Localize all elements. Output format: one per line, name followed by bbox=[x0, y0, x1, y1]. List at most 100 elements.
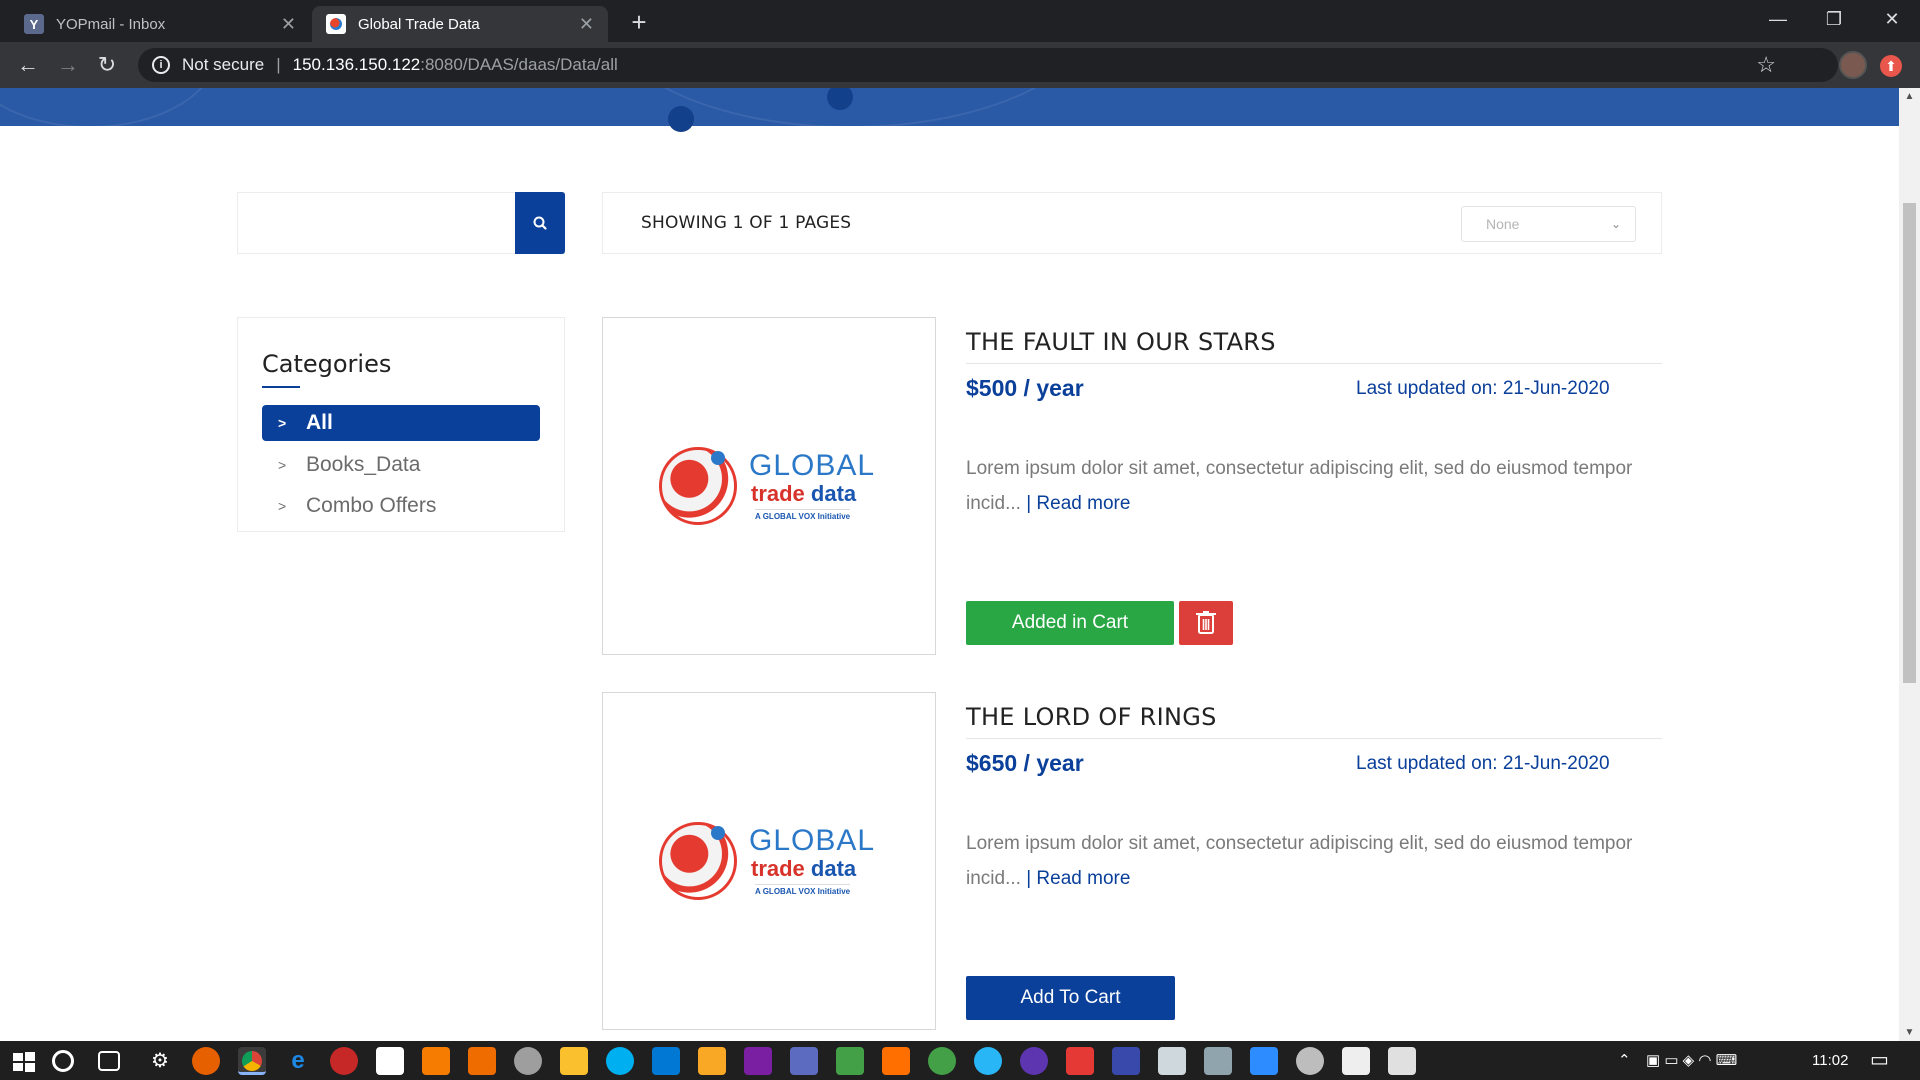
global-trade-data-logo: GLOBAL trade data A GLOBAL VOX Initiativ… bbox=[659, 445, 879, 529]
tray-icons[interactable]: ▣ ▭ ◈ ◠ ⌨ bbox=[1646, 1041, 1737, 1080]
profile-avatar[interactable] bbox=[1839, 51, 1867, 79]
telegram-icon[interactable] bbox=[974, 1047, 1002, 1075]
added-in-cart-button[interactable]: Added in Cart bbox=[966, 601, 1174, 645]
browser-tab-strip: Y YOPmail - Inbox ✕ Global Trade Data ✕ … bbox=[0, 0, 1920, 42]
reload-button[interactable]: ↻ bbox=[91, 49, 123, 81]
categories-title: Categories bbox=[262, 350, 392, 378]
tab-title: Global Trade Data bbox=[358, 15, 480, 33]
close-tab-icon[interactable]: ✕ bbox=[579, 14, 594, 35]
trash-icon bbox=[1196, 611, 1216, 634]
search-icon bbox=[533, 216, 547, 230]
product-title[interactable]: THE LORD OF RINGS bbox=[966, 703, 1217, 731]
app-icon[interactable] bbox=[836, 1047, 864, 1075]
product-price: $500 / year bbox=[966, 375, 1084, 401]
scroll-up-arrow-icon[interactable]: ▲ bbox=[1899, 88, 1920, 105]
restore-button[interactable]: ❐ bbox=[1806, 0, 1862, 38]
info-icon[interactable]: i bbox=[152, 56, 170, 74]
app-icon[interactable] bbox=[1020, 1047, 1048, 1075]
app-icon[interactable] bbox=[744, 1047, 772, 1075]
chevron-right-icon: > bbox=[278, 498, 287, 514]
category-item-books-data[interactable]: > Books_Data bbox=[262, 447, 540, 483]
search-button[interactable] bbox=[515, 192, 565, 254]
app-icon[interactable] bbox=[1296, 1047, 1324, 1075]
firefox-icon[interactable] bbox=[192, 1047, 220, 1075]
bookmark-star-icon[interactable]: ☆ bbox=[1756, 48, 1776, 82]
app-icon[interactable] bbox=[1342, 1047, 1370, 1075]
hero-banner bbox=[0, 88, 1899, 132]
tab-yopmail[interactable]: Y YOPmail - Inbox ✕ bbox=[10, 6, 310, 42]
app-icon[interactable] bbox=[928, 1047, 956, 1075]
taskbar-clock[interactable]: 11:02 bbox=[1812, 1041, 1848, 1080]
product-description: Lorem ipsum dolor sit amet, consectetur … bbox=[966, 826, 1646, 896]
product-image[interactable]: GLOBAL trade data A GLOBAL VOX Initiativ… bbox=[602, 692, 936, 1030]
product-price: $650 / year bbox=[966, 750, 1084, 776]
last-updated: Last updated on: 21-Jun-2020 bbox=[1356, 753, 1610, 774]
app-icon[interactable] bbox=[514, 1047, 542, 1075]
tab-global-trade-data[interactable]: Global Trade Data ✕ bbox=[312, 6, 608, 42]
search-box bbox=[237, 192, 565, 254]
cortana-icon[interactable] bbox=[52, 1050, 74, 1072]
sort-selected-value: None bbox=[1486, 216, 1520, 232]
search-input[interactable] bbox=[238, 193, 515, 253]
notifications-icon[interactable]: ▭ bbox=[1870, 1041, 1889, 1080]
divider bbox=[966, 363, 1662, 364]
sublime-icon[interactable] bbox=[422, 1047, 450, 1075]
zoom-icon[interactable] bbox=[1250, 1047, 1278, 1075]
app-icon[interactable] bbox=[468, 1047, 496, 1075]
title-underline bbox=[262, 386, 300, 388]
category-item-all[interactable]: > All bbox=[262, 405, 540, 441]
category-label: Books_Data bbox=[306, 453, 421, 476]
category-label: All bbox=[306, 411, 333, 434]
chevron-down-icon: ⌄ bbox=[1610, 217, 1621, 231]
minimize-button[interactable]: — bbox=[1750, 0, 1806, 38]
app-icon[interactable] bbox=[1388, 1047, 1416, 1075]
results-header: SHOWING 1 OF 1 PAGES None ⌄ bbox=[602, 192, 1662, 254]
task-view-icon[interactable] bbox=[98, 1051, 120, 1071]
anydesk-icon[interactable] bbox=[1066, 1047, 1094, 1075]
sticky-notes-icon[interactable] bbox=[560, 1047, 588, 1075]
browser-toolbar: ← → ↻ i Not secure | 150.136.150.122 :80… bbox=[0, 42, 1920, 88]
read-more-link[interactable]: | Read more bbox=[1026, 493, 1130, 514]
add-to-cart-button[interactable]: Add To Cart bbox=[966, 976, 1175, 1020]
url-path: :8080/DAAS/daas/Data/all bbox=[420, 55, 618, 74]
skype-icon[interactable] bbox=[606, 1047, 634, 1075]
settings-gear-icon[interactable]: ⚙ bbox=[146, 1047, 174, 1075]
extension-icon[interactable]: ⬆ bbox=[1880, 55, 1902, 77]
file-explorer-icon[interactable] bbox=[698, 1047, 726, 1075]
app-icon[interactable] bbox=[376, 1047, 404, 1075]
close-tab-icon[interactable]: ✕ bbox=[281, 14, 296, 35]
chrome-icon[interactable] bbox=[238, 1047, 266, 1075]
outlook-icon[interactable] bbox=[652, 1047, 680, 1075]
product-description: Lorem ipsum dolor sit amet, consectetur … bbox=[966, 451, 1646, 521]
categories-panel: Categories > All > Books_Data > Combo Of… bbox=[237, 317, 565, 532]
product-image[interactable]: GLOBAL trade data A GLOBAL VOX Initiativ… bbox=[602, 317, 936, 655]
app-icon[interactable] bbox=[1158, 1047, 1186, 1075]
page-scrollbar[interactable]: ▲ ▼ bbox=[1899, 88, 1920, 1041]
yopmail-favicon-icon: Y bbox=[24, 14, 44, 34]
forward-button[interactable]: → bbox=[52, 49, 84, 81]
address-bar[interactable]: i Not secure | 150.136.150.122 :8080/DAA… bbox=[138, 48, 1838, 82]
url-host: 150.136.150.122 bbox=[292, 55, 421, 74]
teams-icon[interactable] bbox=[790, 1047, 818, 1075]
vlc-icon[interactable] bbox=[882, 1047, 910, 1075]
chevron-right-icon: > bbox=[278, 415, 287, 431]
scroll-down-arrow-icon[interactable]: ▼ bbox=[1899, 1024, 1920, 1041]
security-label: Not secure bbox=[182, 55, 265, 74]
divider bbox=[966, 738, 1662, 739]
category-item-combo-offers[interactable]: > Combo Offers bbox=[262, 488, 540, 524]
app-icon[interactable] bbox=[330, 1047, 358, 1075]
back-button[interactable]: ← bbox=[12, 49, 44, 81]
product-title[interactable]: THE FAULT IN OUR STARS bbox=[966, 328, 1276, 356]
app-icon[interactable] bbox=[1112, 1047, 1140, 1075]
close-window-button[interactable]: ✕ bbox=[1864, 0, 1920, 38]
edge-icon[interactable]: e bbox=[284, 1047, 312, 1075]
windows-start-icon[interactable] bbox=[10, 1047, 38, 1075]
category-label: Combo Offers bbox=[306, 494, 437, 517]
tray-chevron-up-icon[interactable]: ⌃ bbox=[1618, 1041, 1631, 1080]
read-more-link[interactable]: | Read more bbox=[1026, 868, 1130, 889]
delete-button[interactable] bbox=[1179, 601, 1233, 645]
sort-select[interactable]: None ⌄ bbox=[1461, 206, 1636, 242]
new-tab-button[interactable]: + bbox=[622, 6, 656, 40]
app-icon[interactable] bbox=[1204, 1047, 1232, 1075]
scrollbar-thumb[interactable] bbox=[1903, 203, 1916, 683]
